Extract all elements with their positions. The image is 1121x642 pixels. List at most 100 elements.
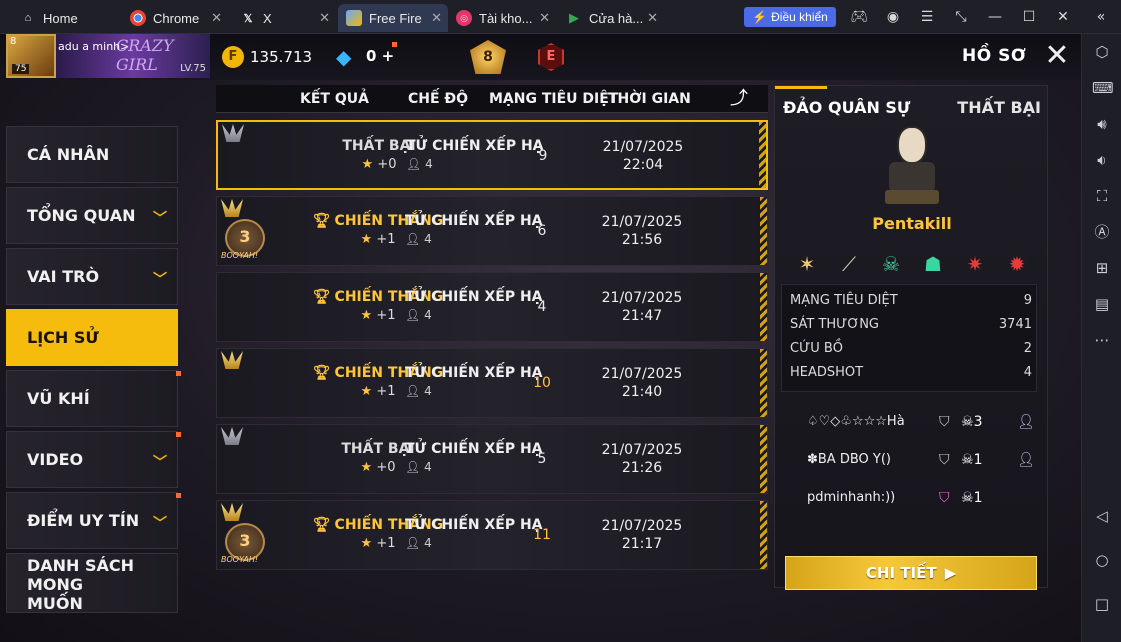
menu-icon[interactable]: ☰ [918,8,936,26]
character-body [889,162,935,192]
avatar[interactable]: 8 75 [6,34,56,78]
table-row[interactable]: 🏆︎ CHIẾN THẮNG ★ +1 TỬ CHIẾN XẾP HẠ 👤︎ 4 10 21… [216,348,768,418]
achievement-badges: ✶ ⟋ ☠ ☗ ✷ ✹ [791,248,1041,280]
close-icon[interactable]: ✕ [319,10,330,26]
players-cell: 👤︎ 4 [405,308,432,322]
teammate-row[interactable]: ✽BA DBO Y() ⛉ ☠1 👤︎ [781,442,1041,480]
match-result: THẤT BẠI [957,98,1041,117]
slash-badge-icon[interactable]: ⟋ [833,248,865,280]
home-circle-icon[interactable]: ○ [1092,550,1112,570]
nav-item-label: TỔNG QUAN [27,206,136,225]
tab-home[interactable]: ⌂ Home [12,4,124,32]
diamond-balance[interactable]: 0 + [366,47,394,65]
claw-badge-icon[interactable]: ✶ [791,248,823,280]
nav-item-label: VAI TRÒ [27,267,100,286]
volume-up-icon[interactable]: 🔊︎ [1092,114,1112,134]
nav-item-wishlist[interactable]: DANH SÁCH MONG MUỐN [6,553,178,613]
fullscreen-icon[interactable]: ⛶ [1092,186,1112,206]
claw-red-badge-icon[interactable]: ✹ [1001,248,1033,280]
nav-item-overview[interactable]: TỔNG QUAN ﹀ [6,187,178,244]
match-title: Pentakill [872,214,952,233]
teammate-kills: 3 [973,414,983,430]
table-row[interactable]: 3 BOOYAH! 🏆︎ CHIẾN THẮNG ★ +1 TỬ CHIẾN XẾP HẠ… [216,500,768,570]
person-icon: 👤︎ [405,384,421,398]
keyboard-icon[interactable]: ⌨ [1092,78,1114,98]
teammate-kills: 1 [973,490,983,506]
resize-icon[interactable]: ⤡ [952,8,970,26]
points-value: +1 [376,308,396,323]
close-icon[interactable]: ✕ [1044,41,1070,71]
close-icon[interactable]: ✕ [647,10,658,26]
players-count: 4 [424,308,432,322]
medal-number: 3 [239,227,251,246]
match-time: 21:26 [621,460,663,476]
stat-value: 9 [1023,293,1032,308]
points-value: +1 [376,384,396,399]
nav-item-label: VŨ KHÍ [27,389,90,408]
cs-rank-badge[interactable]: E [538,43,564,71]
tab-label: Tài kho... [479,10,533,26]
account-icon[interactable]: ◉ [884,8,902,26]
nav-item-reputation[interactable]: ĐIỂM UY TÍN ﹀ [6,492,181,549]
br-rank-badge[interactable]: 8 [470,40,506,74]
share-icon[interactable]: ⤴ [730,84,758,109]
auto-rotate-icon[interactable]: Ⓐ [1092,222,1112,242]
close-icon[interactable]: ✕ [211,10,222,26]
column-header-mode: CHẾ ĐỘ [408,91,469,107]
tab-chrome[interactable]: Chrome ✕ [122,4,228,32]
teammate-row[interactable]: ♤♡◇♧☆☆☆Hà ⛉ ☠3 👤︎ [781,404,1041,442]
match-time: 22:04 [622,157,664,173]
nav-item-label: LỊCH SỬ [27,328,99,347]
close-window-icon[interactable]: ✕ [1054,8,1072,26]
settings-icon[interactable]: ⬡ [1092,42,1112,62]
table-row[interactable]: 3 BOOYAH! 🏆︎ CHIẾN THẮNG ★ +1 TỬ CHIẾN XẾP HẠ… [216,196,768,266]
player-banner[interactable]: CRAZY GIRL adu a minh> LV.75 [56,34,210,78]
tab-free-fire[interactable]: Free Fire ✕ [338,4,448,32]
close-icon[interactable]: ✕ [431,10,442,26]
close-icon[interactable]: ✕ [539,10,550,26]
nav-item-weapons[interactable]: VŨ KHÍ [6,370,181,427]
skull-icon: ☠1 [961,452,983,468]
more-icon[interactable]: ⋯ [1092,330,1112,350]
skull-badge-icon[interactable]: ☠ [875,248,907,280]
nav-item-video[interactable]: VIDEO ﹀ [6,431,181,488]
nav-item-personal[interactable]: CÁ NHÂN [6,126,178,183]
add-friend-icon[interactable]: 👤︎ [1017,414,1035,430]
x-logo-icon: 𝕏 [243,12,253,25]
tab-label: Chrome [153,10,200,26]
wolf-badge-icon[interactable]: ✷ [959,248,991,280]
details-button[interactable]: CHI TIẾT ▶ [785,556,1037,590]
volume-down-icon[interactable]: 🔉︎ [1092,150,1112,170]
tab-account[interactable]: ◎ Tài kho... ✕ [448,4,556,32]
minimize-icon[interactable]: — [986,8,1004,26]
nav-item-roles[interactable]: VAI TRÒ ﹀ [6,248,178,305]
table-row[interactable]: 🏆︎ CHIẾN THẮNG ★ +1 TỬ CHIẾN XẾP HẠ 👤︎ 4 4 21/… [216,272,768,342]
collapse-sidebar-icon[interactable]: « [1092,8,1110,26]
gamepad-icon[interactable]: 🎮︎ [850,8,868,26]
recent-apps-icon[interactable]: □ [1092,594,1112,614]
players-cell: 👤︎ 4 [405,460,432,474]
match-time: 21:47 [621,308,663,324]
match-date: 21/07/2025 [602,139,684,155]
tab-play-store[interactable]: ▶ Cửa hà... ✕ [558,4,664,32]
star-icon: ★ [360,308,373,323]
skull-icon: ☠3 [961,414,983,430]
add-friend-icon[interactable]: 👤︎ [1017,452,1035,468]
row-stripe [760,197,767,265]
add-instance-icon[interactable]: ⊞ [1092,258,1112,278]
teammates-list: ♤♡◇♧☆☆☆Hà ⛉ ☠3 👤︎ ✽BA DBO Y() ⛉ ☠1 👤︎ pd… [781,404,1041,518]
match-time: 21:40 [621,384,663,400]
table-row[interactable]: THẤT BẠI ★ +0 TỬ CHIẾN XẾP HẠ 👤︎ 4 9 21/07/20… [216,120,768,190]
control-button[interactable]: ⚡ Điều khiển [744,7,836,27]
back-icon[interactable]: ◁ [1092,506,1112,526]
apk-install-icon[interactable]: ▤ [1092,294,1112,314]
helmet-badge-icon[interactable]: ☗ [917,248,949,280]
nav-item-history[interactable]: LỊCH SỬ [6,309,178,366]
profile-nav: CÁ NHÂN TỔNG QUAN ﹀ VAI TRÒ ﹀ LỊCH SỬ VŨ K… [6,126,181,617]
teammate-row[interactable]: pdminhanh:)) ⛉ ☠1 [781,480,1041,518]
maximize-icon[interactable]: ☐ [1020,8,1038,26]
tab-x[interactable]: 𝕏 X ✕ [232,4,336,32]
game-top-bar: 8 75 CRAZY GIRL adu a minh> LV.75 F 135.… [0,34,1081,80]
table-row[interactable]: THẤT BẠI ★ +0 TỬ CHIẾN XẾP HẠ 👤︎ 4 5 21/07/20… [216,424,768,494]
match-date: 21/07/2025 [601,290,683,306]
